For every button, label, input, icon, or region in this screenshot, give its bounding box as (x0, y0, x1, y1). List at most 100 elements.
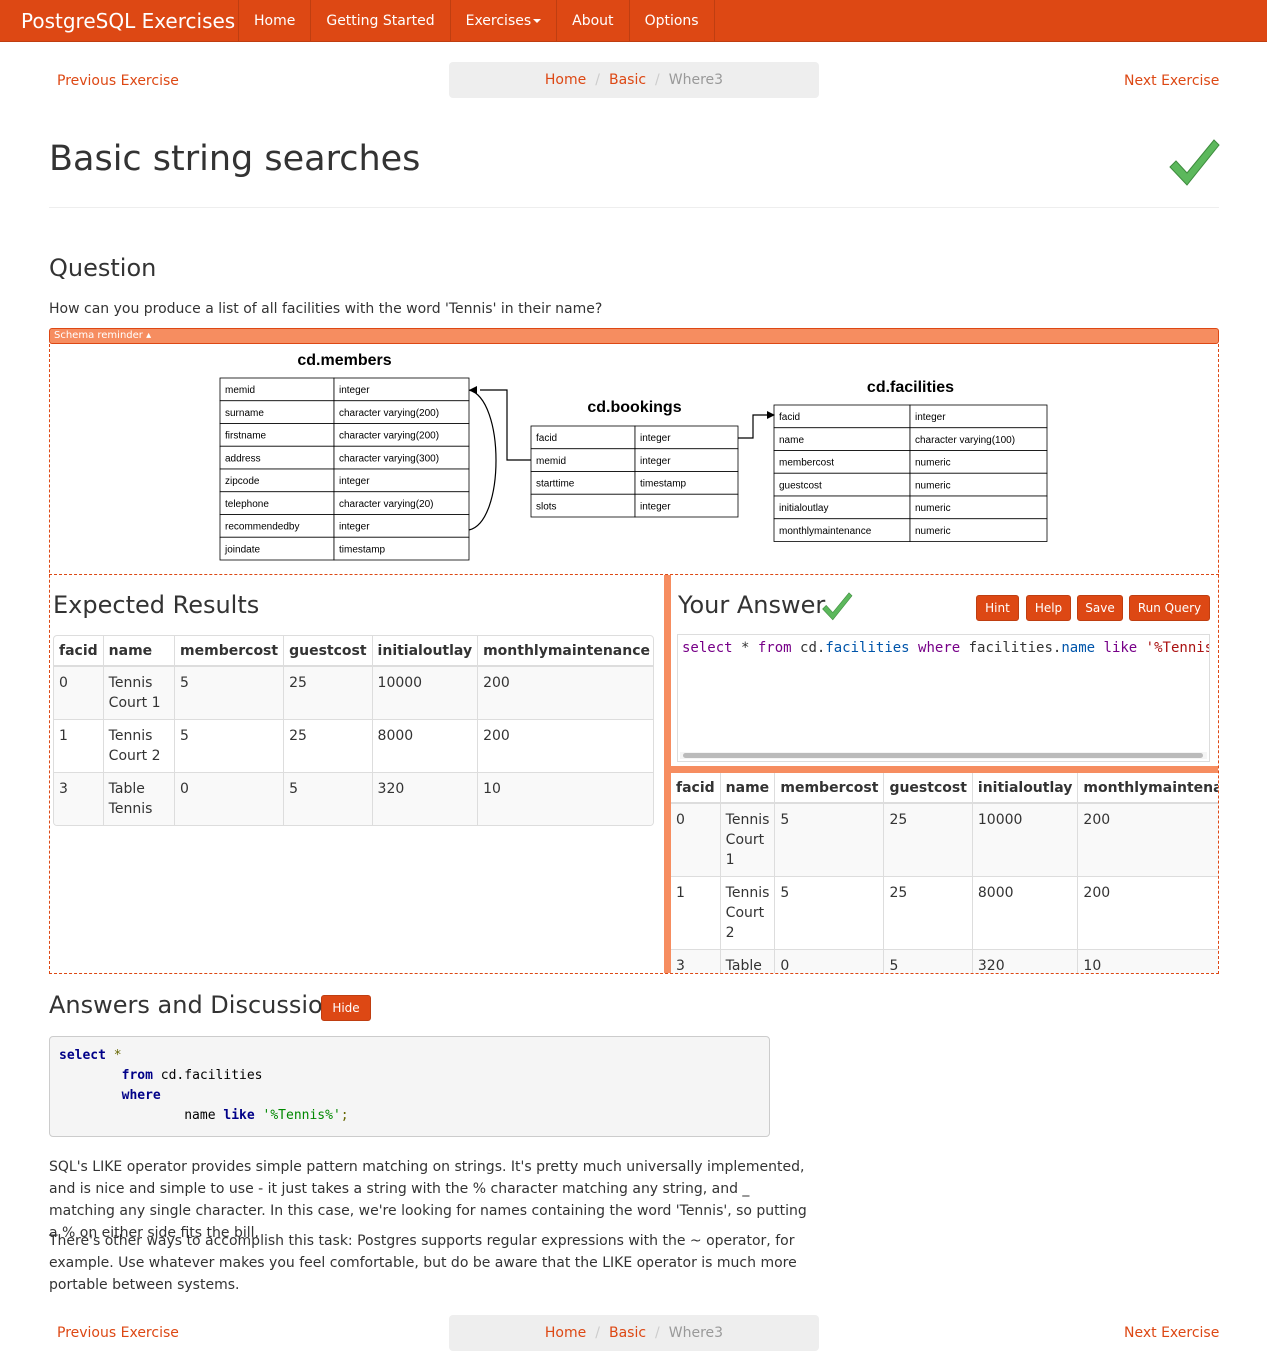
sql-token: * (732, 640, 758, 656)
schema-table-title: cd.facilities (867, 379, 954, 396)
schema-column-type: numeric (915, 458, 951, 469)
table-header-row: facid name membercost guestcost initialo… (54, 636, 653, 667)
expected-results-heading: Expected Results (53, 591, 260, 619)
schema-column-type: integer (915, 412, 946, 423)
table-cell: Tennis Court 2 (720, 876, 776, 950)
caret-down-icon (533, 19, 542, 23)
sql-token: cd. (791, 640, 826, 656)
nav-exercises-dropdown[interactable]: Exercises (449, 0, 557, 41)
schema-column-name: address (225, 453, 261, 464)
breadcrumb-home[interactable]: Home (545, 1325, 586, 1341)
schema-column-name: firstname (225, 431, 267, 442)
expected-results-table-container: facid name membercost guestcost initialo… (53, 635, 654, 826)
your-answer-heading: Your Answer (678, 591, 826, 619)
code-token: name (184, 1108, 224, 1123)
schema-column-type: integer (339, 476, 370, 487)
table-cell: 0 (671, 802, 721, 877)
table-cell: 25 (283, 719, 373, 773)
table-cell: 25 (883, 802, 973, 877)
table-cell: Table Tennis (720, 949, 776, 973)
previous-exercise-link[interactable]: Previous Exercise (57, 71, 179, 91)
table-row: 1 Tennis Court 2 5 25 8000 200 (671, 876, 1218, 950)
table-row: 0 Tennis Court 1 5 25 10000 200 (671, 802, 1218, 877)
hint-button[interactable]: Hint (976, 595, 1019, 621)
schema-column-name: memid (225, 385, 255, 396)
recommendedby-relation-line (468, 389, 497, 531)
schema-column-type: numeric (915, 526, 951, 537)
nav-getting-started[interactable]: Getting Started (310, 0, 449, 41)
table-cell: 3 (671, 949, 721, 973)
schema-column-type: timestamp (640, 479, 687, 490)
schema-column-type: integer (640, 456, 671, 467)
table-cell: 5 (883, 949, 973, 973)
members-table-diagram: cd.members memid integer surname character v… (219, 352, 470, 561)
breadcrumb-basic[interactable]: Basic (609, 72, 646, 88)
nav-about[interactable]: About (556, 0, 628, 41)
column-header: monthlymaintenance (1077, 773, 1218, 804)
scrollbar-thumb[interactable] (683, 753, 1203, 758)
column-header: initialoutlay (372, 636, 479, 667)
title-divider (49, 207, 1219, 208)
previous-exercise-link-bottom[interactable]: Previous Exercise (57, 1323, 179, 1343)
sql-editor[interactable]: select * from cd.facilities where facili… (677, 634, 1210, 762)
table-cell: 5 (283, 772, 373, 825)
next-exercise-link[interactable]: Next Exercise (1124, 71, 1219, 91)
run-query-button[interactable]: Run Query (1129, 595, 1210, 621)
hide-discussion-button[interactable]: Hide (321, 995, 371, 1021)
sql-keyword: where (918, 640, 961, 656)
nav-menu: Home Getting Started Exercises About Opt… (238, 0, 715, 41)
table-row: 3 Table Tennis 0 5 320 10 (671, 949, 1218, 973)
schema-column-type: timestamp (339, 544, 386, 555)
sql-string: '%Tennis%' (1145, 640, 1209, 656)
sql-identifier: facilities (825, 640, 910, 656)
code-keyword: like (223, 1108, 255, 1123)
schema-column-type: numeric (915, 503, 951, 514)
question-heading: Question (49, 254, 157, 282)
column-header: initialoutlay (972, 773, 1079, 804)
editor-horizontal-scrollbar[interactable] (680, 752, 1207, 759)
code-keyword: select (59, 1048, 106, 1063)
nav-home[interactable]: Home (238, 0, 310, 41)
schema-column-type: integer (339, 385, 370, 396)
table-row: 1 Tennis Court 2 5 25 8000 200 (54, 719, 653, 773)
horizontal-panel-splitter[interactable] (671, 766, 1218, 773)
brand-link[interactable]: PostgreSQL Exercises (21, 9, 235, 33)
breadcrumb-separator: / (595, 72, 600, 88)
table-cell: 320 (372, 772, 479, 825)
checkmark-icon (1169, 139, 1220, 186)
breadcrumb-basic[interactable]: Basic (609, 1325, 646, 1341)
code-keyword: where (121, 1088, 161, 1103)
schema-column-name: facid (779, 412, 800, 423)
schema-column-name: name (779, 435, 804, 446)
table-row: 3 Table Tennis 0 5 320 10 (54, 772, 653, 825)
checkmark-icon (822, 592, 853, 621)
sql-keyword: select (682, 640, 733, 656)
schema-reminder-toggle[interactable]: Schema reminder ▴ (49, 328, 1219, 344)
save-button[interactable]: Save (1077, 595, 1123, 621)
table-cell: 10000 (372, 665, 479, 720)
table-cell: 10 (1077, 949, 1218, 973)
table-cell: 0 (174, 772, 285, 825)
schema-divider (49, 574, 1219, 575)
answer-results-container[interactable]: facid name membercost guestcost initialo… (671, 773, 1218, 973)
table-cell: 0 (774, 949, 885, 973)
schema-table-title: cd.bookings (587, 399, 681, 416)
table-cell: 1 (54, 719, 104, 773)
breadcrumb-separator: / (655, 1325, 660, 1341)
table-cell: 200 (477, 719, 653, 773)
schema-column-type: character varying(100) (915, 435, 1015, 446)
nav-options[interactable]: Options (628, 0, 715, 41)
breadcrumb-bottom: Home / Basic / Where3 (449, 1315, 819, 1351)
breadcrumb-home[interactable]: Home (545, 72, 586, 88)
schema-column-name: recommendedby (225, 522, 299, 533)
column-header: facid (54, 636, 104, 667)
help-button[interactable]: Help (1026, 595, 1071, 621)
next-exercise-link-bottom[interactable]: Next Exercise (1124, 1323, 1219, 1343)
schema-column-type: character varying(300) (339, 453, 439, 464)
schema-column-name: membercost (779, 458, 834, 469)
breadcrumb-separator: / (595, 1325, 600, 1341)
column-header: monthlymaintenance (477, 636, 653, 667)
vertical-panel-splitter[interactable] (664, 575, 671, 973)
